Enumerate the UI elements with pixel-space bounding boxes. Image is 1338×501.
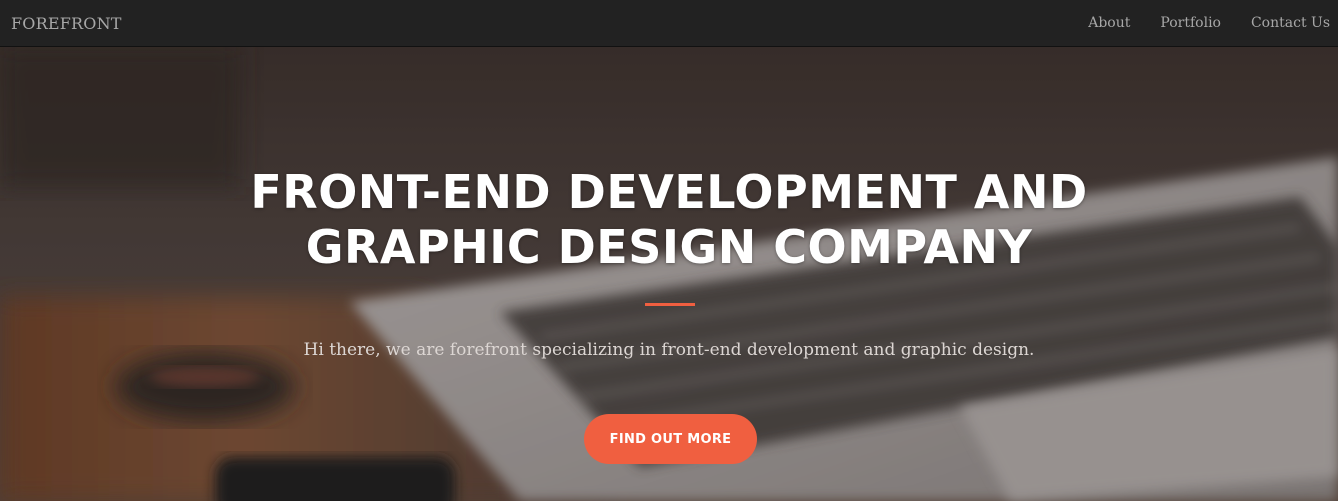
hero-subtitle: Hi there, we are forefront specializing …	[303, 340, 1035, 360]
hero-heading-line-1: FRONT-END DEVELOPMENT AND	[250, 165, 1088, 219]
accent-divider	[645, 303, 695, 306]
hero-heading: FRONT-END DEVELOPMENT AND GRAPHIC DESIGN…	[0, 165, 1338, 275]
nav-link-portfolio[interactable]: Portfolio	[1160, 15, 1221, 31]
hero-section: FRONT-END DEVELOPMENT AND GRAPHIC DESIGN…	[0, 47, 1338, 501]
nav-links: About Portfolio Contact Us	[1058, 15, 1330, 31]
hero-content: FRONT-END DEVELOPMENT AND GRAPHIC DESIGN…	[0, 47, 1338, 501]
find-out-more-button[interactable]: FIND OUT MORE	[584, 414, 757, 464]
brand-logo-link[interactable]: FOREFRONT	[11, 14, 122, 33]
top-navbar: FOREFRONT About Portfolio Contact Us	[0, 0, 1338, 47]
nav-link-about[interactable]: About	[1088, 15, 1130, 31]
nav-link-contact-us[interactable]: Contact Us	[1251, 15, 1330, 31]
hero-heading-line-2: GRAPHIC DESIGN COMPANY	[305, 220, 1033, 274]
